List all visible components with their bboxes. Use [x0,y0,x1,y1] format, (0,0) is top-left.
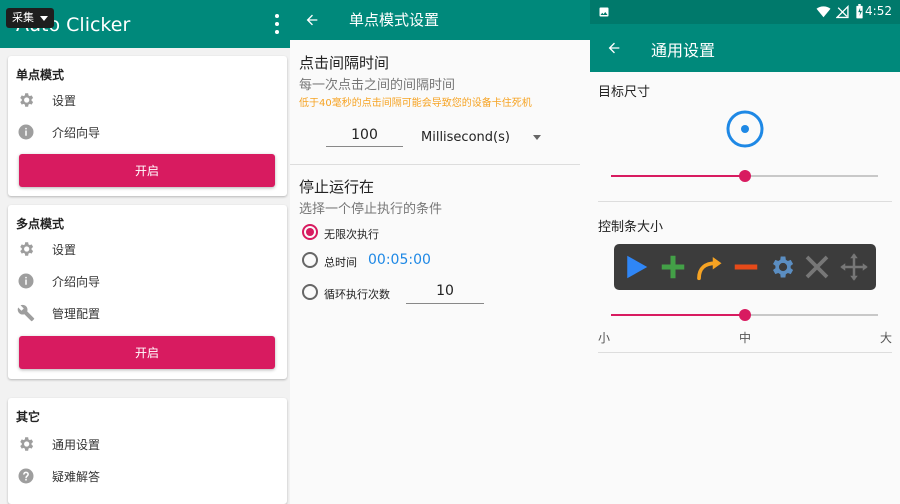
single-settings-screen: 单点模式设置 点击间隔时间 每一次点击之间的间隔时间 低于40毫秒的点击间隔可能… [290,0,590,504]
battery-icon [856,4,863,19]
general-settings-label: 通用设置 [52,437,101,452]
radio-loop-count[interactable] [302,284,318,300]
single-start-button[interactable]: 开启 [19,154,275,187]
control-bar-size-label: 控制条大小 [598,220,664,235]
status-bar: 4:52 [590,0,900,24]
slider-thumb[interactable] [738,309,751,321]
page-title: 单点模式设置 [349,11,440,29]
app-bar: 单点模式设置 [290,0,590,40]
wrench-icon [16,303,36,323]
overflow-menu-icon[interactable] [274,14,280,34]
multi-settings-label: 设置 [52,242,77,257]
main-screen: Auto Clicker 采集 单点模式 设置 介绍向导 开启 多点模式 设置 … [0,0,290,504]
gear-icon [16,90,36,110]
slider-fill [611,314,745,316]
single-settings-item[interactable]: 设置 [16,88,76,112]
slider-fill [611,175,745,177]
help-icon [16,466,36,486]
general-settings-item[interactable]: 通用设置 [16,432,100,456]
interval-subtitle: 每一次点击之间的间隔时间 [299,78,456,93]
radio-loop-count-label: 循环执行次数 [324,288,390,301]
play-icon [627,255,648,279]
interval-unit-select[interactable]: Millisecond(s) [421,127,541,147]
control-bar-preview [614,244,876,290]
multi-guide-item[interactable]: 介绍向导 [16,269,100,293]
interval-unit-value: Millisecond(s) [421,129,510,145]
plus-icon [661,255,685,279]
interval-input[interactable]: 100 [326,127,403,147]
slider-thumb[interactable] [738,170,751,182]
no-signal-icon [836,5,849,19]
app-bar: 通用设置 [590,24,900,72]
gear-icon [16,434,36,454]
chevron-down-icon [40,15,48,21]
stop-title: 停止运行在 [299,178,375,196]
interval-title: 点击间隔时间 [299,54,390,72]
info-icon [16,122,36,142]
single-mode-title: 单点模式 [16,68,65,82]
app-bar: Auto Clicker 采集 [0,0,290,48]
back-arrow-icon[interactable] [606,40,622,56]
total-time-value[interactable]: 00:05:00 [368,252,431,268]
image-icon [599,7,609,17]
radio-infinite-label: 无限次执行 [324,228,379,241]
page-title: 通用设置 [651,41,716,60]
multi-mode-title: 多点模式 [16,217,65,231]
loop-count-input[interactable]: 10 [406,283,484,304]
tick-medium: 中 [739,331,752,345]
minus-icon [734,264,758,270]
single-guide-label: 介绍向导 [52,125,101,140]
radio-total-time-label: 总时间 [324,256,357,269]
faq-label: 疑难解答 [52,469,101,484]
multi-manage-label: 管理配置 [52,306,101,321]
close-icon [805,255,829,279]
divider [598,201,892,202]
general-settings-screen: 4:52 通用设置 目标尺寸 控制条大小 小 中 大 [590,0,900,504]
wifi-icon [816,6,831,18]
multi-settings-item[interactable]: 设置 [16,237,76,261]
capture-chip-label: 采集 [12,11,34,24]
status-time: 4:52 [865,4,892,18]
stop-subtitle: 选择一个停止执行的条件 [299,202,443,217]
tick-small: 小 [598,331,611,345]
single-guide-item[interactable]: 介绍向导 [16,120,100,144]
divider [598,352,892,353]
radio-total-time[interactable] [302,252,318,268]
capture-chip[interactable]: 采集 [6,8,54,28]
dropdown-arrow-icon [533,134,541,140]
back-arrow-icon[interactable] [304,12,320,28]
single-settings-label: 设置 [52,93,77,108]
tick-large: 大 [880,331,893,345]
multi-manage-item[interactable]: 管理配置 [16,301,100,325]
target-size-label: 目标尺寸 [598,85,651,100]
info-icon [16,271,36,291]
target-size-slider[interactable] [611,170,878,182]
screenshot-root: Auto Clicker 采集 单点模式 设置 介绍向导 开启 多点模式 设置 … [0,0,900,504]
multi-mode-card: 多点模式 设置 介绍向导 管理配置 开启 [8,205,287,379]
control-bar-size-slider[interactable] [611,309,878,321]
faq-item[interactable]: 疑难解答 [16,464,100,488]
multi-guide-label: 介绍向导 [52,274,101,289]
target-icon [726,110,764,148]
radio-infinite[interactable] [302,224,318,240]
interval-warning: 低于40毫秒的点击间隔可能会导致您的设备卡住死机 [299,98,532,109]
move-icon [839,253,868,281]
redo-arrow-icon [697,257,722,281]
divider [290,164,580,165]
multi-start-button[interactable]: 开启 [19,336,275,369]
single-mode-card: 单点模式 设置 介绍向导 开启 [8,56,287,196]
other-card: 其它 通用设置 疑难解答 [8,398,287,504]
gear-icon [16,239,36,259]
gear-icon [772,256,793,278]
other-title: 其它 [16,410,41,424]
